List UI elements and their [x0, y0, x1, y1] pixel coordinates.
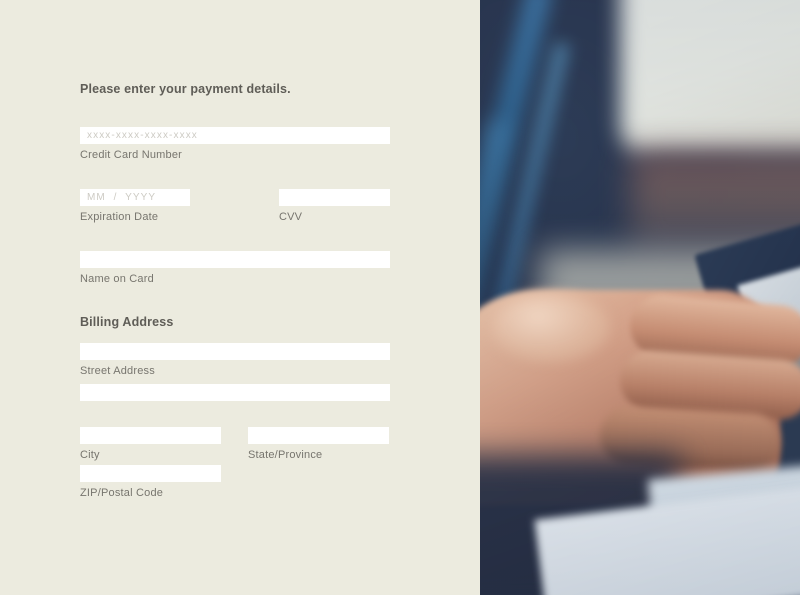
payment-form: Please enter your payment details. Credi…	[80, 82, 390, 513]
photo-overlay-haze	[480, 0, 800, 595]
page-title: Please enter your payment details.	[80, 82, 291, 96]
field-row-city-state: City State/Province	[80, 427, 390, 461]
expiration-date-label: Expiration Date	[80, 211, 159, 223]
city-input[interactable]	[80, 427, 221, 444]
street-address-input[interactable]	[80, 343, 390, 360]
billing-address-heading: Billing Address	[80, 315, 174, 329]
cvv-input[interactable]	[279, 189, 390, 206]
name-on-card-label: Name on Card	[80, 273, 154, 285]
credit-card-number-input[interactable]	[80, 127, 390, 144]
field-group-zip-postal-code: ZIP/Postal Code	[80, 465, 390, 499]
field-group-name-on-card: Name on Card	[80, 251, 390, 285]
field-group-card-number: Credit Card Number	[80, 127, 390, 161]
field-group-city: City	[80, 427, 248, 461]
zip-postal-code-label: ZIP/Postal Code	[80, 487, 164, 499]
street-address-label: Street Address	[80, 365, 155, 377]
payment-form-panel: Please enter your payment details. Credi…	[0, 0, 480, 595]
expiration-date-input[interactable]	[80, 189, 190, 206]
field-group-cvv: CVV	[279, 189, 390, 223]
field-group-state-province: State/Province	[248, 427, 390, 461]
city-label: City	[80, 449, 100, 461]
state-province-input[interactable]	[248, 427, 389, 444]
state-province-label: State/Province	[248, 449, 323, 461]
field-group-street-address: Street Address	[80, 343, 390, 401]
payment-page: Please enter your payment details. Credi…	[0, 0, 800, 595]
cvv-label: CVV	[279, 211, 303, 223]
credit-card-number-label: Credit Card Number	[80, 149, 183, 161]
zip-postal-code-input[interactable]	[80, 465, 221, 482]
name-on-card-input[interactable]	[80, 251, 390, 268]
address-line-2-input[interactable]	[80, 384, 390, 401]
field-group-expiration: Expiration Date	[80, 189, 279, 223]
field-row-expiration-cvv: Expiration Date CVV	[80, 189, 390, 223]
payment-photo	[480, 0, 800, 595]
